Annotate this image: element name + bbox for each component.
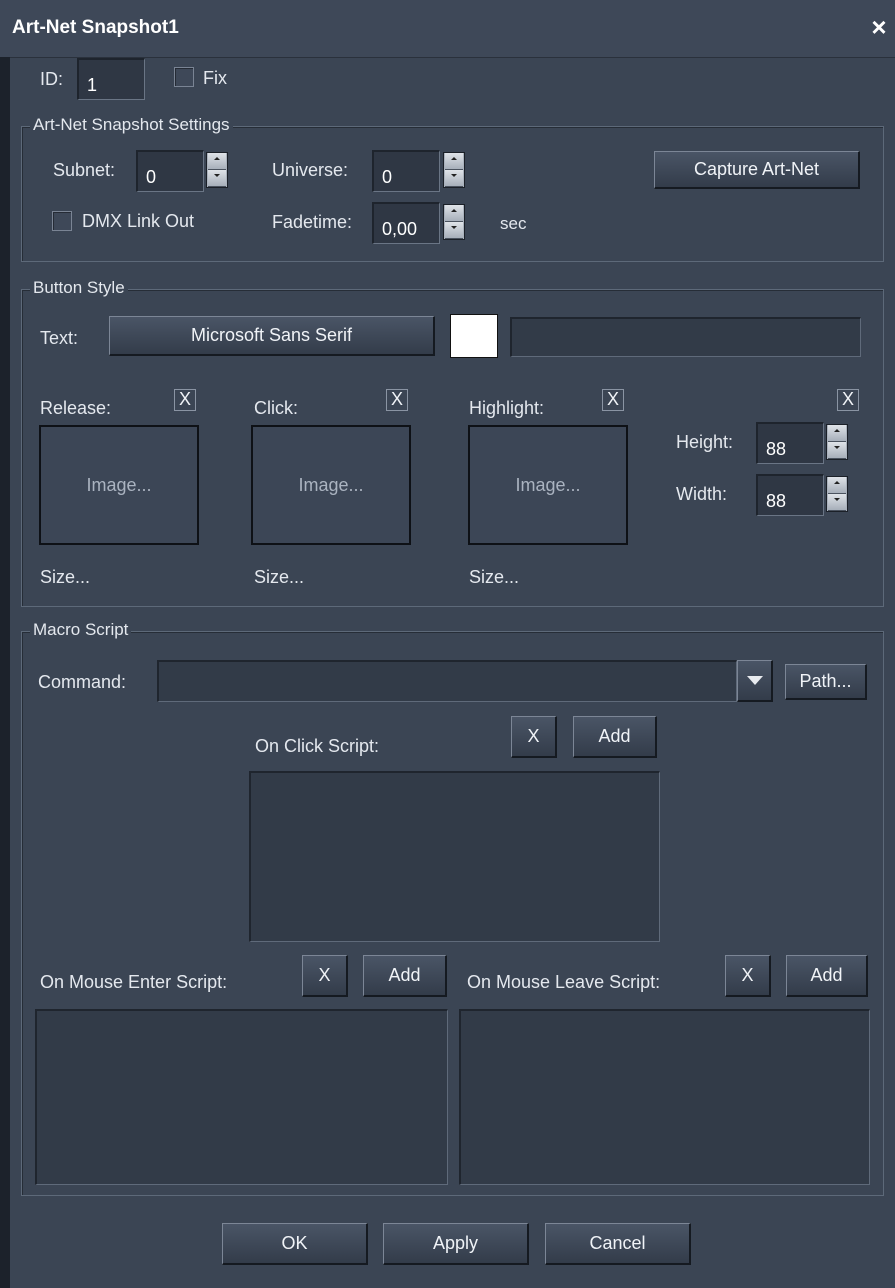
fadetime-spinner[interactable]: [443, 204, 465, 240]
on-mouse-leave-add-button[interactable]: Add: [786, 955, 868, 997]
height-label: Height:: [676, 432, 734, 452]
font-select-button[interactable]: Microsoft Sans Serif: [109, 316, 435, 356]
on-click-script-label: On Click Script:: [255, 736, 380, 756]
spin-down-icon[interactable]: [445, 222, 463, 239]
spin-up-icon[interactable]: [828, 425, 846, 442]
spin-up-icon[interactable]: [208, 153, 226, 170]
highlight-label: Highlight:: [469, 398, 545, 418]
snapshot-settings-legend: Art-Net Snapshot Settings: [30, 115, 233, 135]
width-label: Width:: [676, 484, 728, 504]
spin-up-icon[interactable]: [445, 205, 463, 222]
on-mouse-leave-script-label: On Mouse Leave Script:: [467, 972, 661, 992]
button-text-field[interactable]: [510, 317, 861, 357]
command-label: Command:: [38, 672, 127, 692]
chevron-down-icon: [746, 676, 763, 685]
apply-button[interactable]: Apply: [383, 1223, 529, 1265]
subnet-label: Subnet:: [53, 160, 116, 180]
spin-down-icon[interactable]: [828, 442, 846, 459]
window-left-border: [0, 57, 10, 1288]
subnet-input[interactable]: 0: [136, 150, 204, 192]
button-style-legend: Button Style: [30, 278, 128, 298]
release-image-slot[interactable]: Image...: [39, 425, 199, 545]
universe-label: Universe:: [272, 160, 349, 180]
click-label: Click:: [254, 398, 298, 418]
fix-label: Fix: [203, 68, 227, 88]
size-clear-icon[interactable]: X: [837, 389, 859, 411]
capture-artnet-button[interactable]: Capture Art-Net: [654, 151, 860, 189]
highlight-size-link[interactable]: Size...: [469, 567, 519, 588]
click-clear-icon[interactable]: X: [386, 389, 408, 411]
spin-up-icon[interactable]: [445, 153, 463, 170]
path-button[interactable]: Path...: [785, 664, 867, 700]
universe-spinner[interactable]: [443, 152, 465, 188]
command-dropdown-button[interactable]: [737, 660, 773, 702]
release-size-link[interactable]: Size...: [40, 567, 90, 588]
width-input[interactable]: 88: [756, 474, 824, 516]
fadetime-input[interactable]: 0,00: [372, 202, 440, 244]
on-mouse-enter-script-label: On Mouse Enter Script:: [40, 972, 228, 992]
highlight-clear-icon[interactable]: X: [602, 389, 624, 411]
fadetime-unit: sec: [500, 214, 527, 233]
window-title: Art-Net Snapshot1: [12, 17, 179, 38]
dmx-link-out-checkbox[interactable]: [52, 211, 72, 231]
on-click-clear-button[interactable]: X: [511, 716, 557, 758]
click-image-slot[interactable]: Image...: [251, 425, 411, 545]
snapshot-settings-group: [21, 126, 884, 262]
on-mouse-leave-clear-button[interactable]: X: [725, 955, 771, 997]
spin-down-icon[interactable]: [828, 494, 846, 511]
close-icon[interactable]: ×: [866, 12, 892, 42]
text-color-swatch[interactable]: [450, 314, 498, 358]
height-input[interactable]: 88: [756, 422, 824, 464]
on-mouse-leave-script-box[interactable]: [459, 1009, 870, 1185]
on-mouse-enter-script-box[interactable]: [35, 1009, 448, 1185]
release-clear-icon[interactable]: X: [174, 389, 196, 411]
dmx-link-out-label: DMX Link Out: [82, 211, 195, 231]
id-label: ID:: [40, 69, 64, 89]
spin-down-icon[interactable]: [445, 170, 463, 187]
subnet-spinner[interactable]: [206, 152, 228, 188]
on-mouse-enter-add-button[interactable]: Add: [363, 955, 447, 997]
ok-button[interactable]: OK: [222, 1223, 368, 1265]
highlight-image-slot[interactable]: Image...: [468, 425, 628, 545]
on-mouse-enter-clear-button[interactable]: X: [302, 955, 348, 997]
universe-input[interactable]: 0: [372, 150, 440, 192]
spin-down-icon[interactable]: [208, 170, 226, 187]
spin-up-icon[interactable]: [828, 477, 846, 494]
release-label: Release:: [40, 398, 112, 418]
macro-script-legend: Macro Script: [30, 620, 132, 640]
text-label: Text:: [40, 328, 79, 348]
id-input[interactable]: 1: [77, 58, 145, 100]
command-combobox[interactable]: [157, 660, 737, 702]
width-spinner[interactable]: [826, 476, 848, 512]
cancel-button[interactable]: Cancel: [545, 1223, 691, 1265]
click-size-link[interactable]: Size...: [254, 567, 304, 588]
fadetime-label: Fadetime:: [272, 212, 353, 232]
height-spinner[interactable]: [826, 424, 848, 460]
on-click-add-button[interactable]: Add: [573, 716, 657, 758]
on-click-script-box[interactable]: [249, 771, 660, 942]
fix-checkbox[interactable]: [174, 67, 194, 87]
